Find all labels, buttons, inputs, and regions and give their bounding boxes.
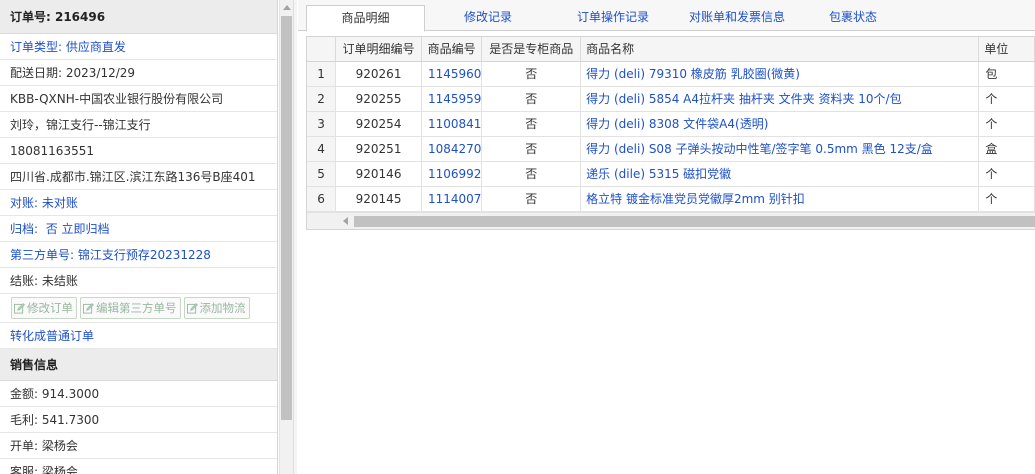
- archive-now-link[interactable]: 立即归档: [62, 222, 110, 236]
- counter-product-cell: 否: [481, 86, 582, 112]
- column-header[interactable]: 是否是专柜商品: [481, 37, 582, 62]
- scroll-left-icon[interactable]: [343, 217, 348, 225]
- product-name-link[interactable]: 得力 (deli) 79310 橡皮筋 乳胶圈(微黄): [580, 61, 980, 87]
- panel-splitter[interactable]: [293, 0, 297, 474]
- tab-bar: 商品明细 修改记录 订单操作记录 对账单和发票信息 包裹状态: [298, 0, 1035, 32]
- tab-change-log[interactable]: 修改记录: [428, 5, 548, 31]
- product-name-link[interactable]: 得力 (deli) S08 子弹头按动中性笔/签字笔 0.5mm 黑色 12支/…: [580, 136, 980, 162]
- product-name-link[interactable]: 得力 (deli) 8308 文件袋A4(透明): [580, 111, 980, 137]
- product-name-link[interactable]: 递乐 (dile) 5315 磁扣党徽: [580, 161, 980, 187]
- counter-product-cell: 否: [481, 161, 582, 187]
- convert-to-normal-order-link[interactable]: 转化成普通订单: [0, 323, 277, 349]
- archive-value: 否: [45, 222, 58, 236]
- column-header[interactable]: 订单明细编号: [335, 37, 422, 62]
- edit-order-label: 修改订单: [27, 301, 73, 315]
- edit-icon: [14, 302, 25, 314]
- product-id-link[interactable]: 1100841: [421, 111, 483, 137]
- table-row[interactable]: 6 920145 1114007 否格立特 镀金标准党员党徽厚2mm 别针扣个: [307, 186, 1035, 212]
- product-id-link[interactable]: 1145960: [421, 61, 483, 87]
- unit-cell: 包: [978, 61, 1035, 87]
- counter-product-cell: 否: [481, 136, 582, 162]
- product-name-link[interactable]: 格立特 镀金标准党员党徽厚2mm 别针扣: [580, 186, 980, 212]
- product-id-link[interactable]: 1084270: [421, 136, 483, 162]
- table-row[interactable]: 2 920255 1145959 否得力 (deli) 5854 A4拉杆夹 抽杆夹 …: [307, 86, 1035, 112]
- add-logistics-button[interactable]: 添加物流: [183, 297, 250, 319]
- add-logistics-label: 添加物流: [199, 301, 246, 315]
- settlement-status: 结账: 未结账: [0, 268, 277, 294]
- company-name: KBB-QXNH-中国农业银行股份有限公司: [0, 86, 277, 112]
- edit-third-party-label: 编辑第三方单号: [96, 301, 177, 315]
- customer-service: 客服: 梁杨会: [0, 459, 277, 474]
- left-panel-scrollbar[interactable]: [279, 0, 293, 474]
- sales-info-header: 销售信息: [0, 349, 277, 381]
- contact-person: 刘玲，锦江支行--锦江支行: [0, 112, 277, 138]
- scroll-up-icon[interactable]: [283, 5, 291, 10]
- detail-id-cell: 920145: [335, 186, 422, 212]
- order-info-panel: 订单号: 216496 订单类型: 供应商直发 配送日期: 2023/12/29…: [0, 0, 278, 474]
- product-table: 订单明细编号 商品编号 是否是专柜商品 商品名称 单位 1 920261 11459…: [307, 37, 1035, 212]
- archive-label: 归档:: [10, 222, 39, 236]
- tab-order-operation-log[interactable]: 订单操作记录: [552, 5, 674, 31]
- product-id-link[interactable]: 1145959: [421, 86, 483, 112]
- tab-package-status[interactable]: 包裹状态: [800, 5, 906, 31]
- delivery-address: 四川省.成都市.锦江区.滨江东路136号B座401: [0, 164, 277, 190]
- edit-third-party-button[interactable]: 编辑第三方单号: [80, 297, 181, 319]
- phone-number: 18081163551: [0, 138, 277, 164]
- row-number: 6: [307, 186, 337, 212]
- product-id-link[interactable]: 1106992: [421, 161, 483, 187]
- detail-id-cell: 920251: [335, 136, 422, 162]
- product-name-link[interactable]: 得力 (deli) 5854 A4拉杆夹 抽杆夹 文件夹 资料夹 10个/包: [580, 86, 980, 112]
- sales-amount: 金额: 914.3000: [0, 381, 277, 407]
- detail-id-cell: 920146: [335, 161, 422, 187]
- tab-product-details[interactable]: 商品明细: [306, 5, 425, 32]
- archive-status: 归档: 否 立即归档: [0, 216, 277, 242]
- unit-cell: 个: [978, 86, 1035, 112]
- horizontal-scrollbar[interactable]: [307, 212, 1035, 229]
- row-number: 3: [307, 111, 337, 137]
- row-number-header: [307, 37, 337, 62]
- table-header-row: 订单明细编号 商品编号 是否是专柜商品 商品名称 单位: [307, 37, 1035, 62]
- product-detail-grid: 订单明细编号 商品编号 是否是专柜商品 商品名称 单位 1 920261 11459…: [306, 36, 1035, 230]
- row-number: 2: [307, 86, 337, 112]
- counter-product-cell: 否: [481, 186, 582, 212]
- unit-cell: 个: [978, 161, 1035, 187]
- unit-cell: 个: [978, 186, 1035, 212]
- unit-cell: 盒: [978, 136, 1035, 162]
- product-id-link[interactable]: 1114007: [421, 186, 483, 212]
- counter-product-cell: 否: [481, 61, 582, 87]
- detail-id-cell: 920255: [335, 86, 422, 112]
- row-number: 1: [307, 61, 337, 87]
- column-header[interactable]: 单位: [978, 37, 1035, 62]
- order-number-header: 订单号: 216496: [0, 0, 277, 34]
- edit-order-button[interactable]: 修改订单: [11, 297, 77, 319]
- table-row[interactable]: 1 920261 1145960 否得力 (deli) 79310 橡皮筋 乳胶圈(微…: [307, 61, 1035, 87]
- scrollbar-thumb[interactable]: [354, 216, 1035, 227]
- detail-area: 商品明细 修改记录 订单操作记录 对账单和发票信息 包裹状态 订单明细编号 商品…: [298, 0, 1035, 474]
- scrollbar-thumb[interactable]: [281, 16, 292, 420]
- order-type: 订单类型: 供应商直发: [0, 34, 277, 60]
- table-row[interactable]: 5 920146 1106992 否递乐 (dile) 5315 磁扣党徽个: [307, 161, 1035, 187]
- table-row[interactable]: 3 920254 1100841 否得力 (deli) 8308 文件袋A4(透明) 个: [307, 111, 1035, 137]
- reconcile-status: 对账: 未对账: [0, 190, 277, 216]
- third-party-number: 第三方单号: 锦江支行预存20231228: [0, 242, 277, 268]
- row-number: 4: [307, 136, 337, 162]
- unit-cell: 个: [978, 111, 1035, 137]
- detail-id-cell: 920254: [335, 111, 422, 137]
- counter-product-cell: 否: [481, 111, 582, 137]
- row-number: 5: [307, 161, 337, 187]
- column-header[interactable]: 商品编号: [421, 37, 483, 62]
- edit-icon: [186, 302, 198, 314]
- delivery-date: 配送日期: 2023/12/29: [0, 60, 277, 86]
- edit-icon: [83, 302, 94, 314]
- order-action-buttons: 修改订单 编辑第三方单号 添加物流: [0, 294, 277, 323]
- column-header[interactable]: 商品名称: [580, 37, 980, 62]
- issuer: 开单: 梁杨会: [0, 433, 277, 459]
- table-row[interactable]: 4 920251 1084270 否得力 (deli) S08 子弹头按动中性笔/签字…: [307, 136, 1035, 162]
- detail-id-cell: 920261: [335, 61, 422, 87]
- gross-profit: 毛利: 541.7300: [0, 407, 277, 433]
- tab-statement-invoice[interactable]: 对账单和发票信息: [674, 5, 800, 31]
